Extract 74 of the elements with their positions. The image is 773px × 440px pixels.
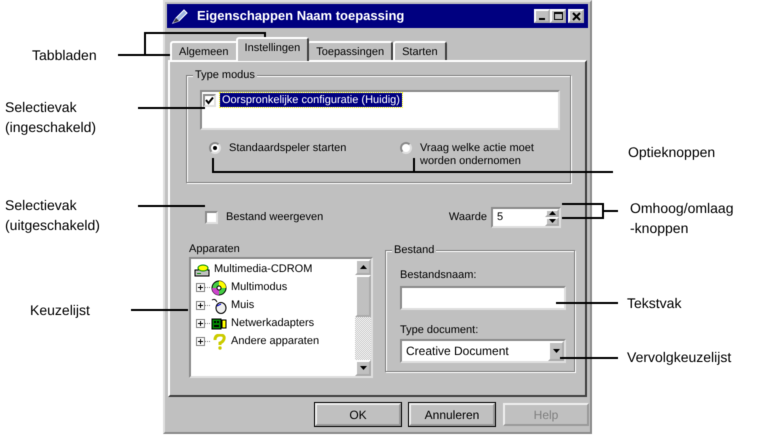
checkbox-label: Bestand weergeven bbox=[226, 210, 324, 225]
scroll-thumb[interactable] bbox=[355, 274, 371, 316]
question-mark-icon bbox=[211, 334, 227, 350]
callout-label: Tekstvak bbox=[627, 294, 682, 313]
dialog-button[interactable]: Annuleren bbox=[409, 403, 495, 426]
leader-line bbox=[138, 205, 205, 207]
callout-label: Omhoog/omlaag -knoppen bbox=[630, 199, 734, 238]
leader-line bbox=[138, 107, 205, 109]
callout-label: Keuzelijst bbox=[30, 301, 90, 320]
window-title: Eigenschappen Naam toepassing bbox=[197, 7, 406, 26]
callout-label: Tabbladen bbox=[32, 46, 97, 65]
spin-down-button[interactable] bbox=[545, 217, 559, 226]
up-arrow-icon bbox=[548, 210, 556, 215]
callout-label: Selectievak (ingeschakeld) bbox=[5, 98, 96, 137]
leader-line bbox=[131, 309, 188, 311]
spin-up-button[interactable] bbox=[545, 208, 559, 217]
list-item[interactable]: Oorspronkelijke configuratie (Huidig) bbox=[220, 93, 402, 107]
dropdown-value: Creative Document bbox=[405, 343, 510, 360]
callout-label: Optieknoppen bbox=[628, 143, 716, 162]
tab[interactable]: Starten bbox=[393, 41, 447, 61]
up-arrow-icon bbox=[360, 264, 366, 268]
expand-icon[interactable] bbox=[196, 319, 205, 328]
leader-line bbox=[556, 302, 618, 304]
radio-label: Vraag welke actie moet worden ondernomen bbox=[420, 142, 535, 168]
checkbox[interactable] bbox=[205, 210, 218, 224]
text-field[interactable] bbox=[400, 286, 566, 310]
leader-line bbox=[561, 203, 619, 219]
close-button[interactable] bbox=[568, 9, 584, 23]
radio-dot-icon bbox=[213, 146, 217, 150]
expand-icon[interactable] bbox=[196, 283, 205, 292]
close-icon bbox=[570, 11, 582, 21]
group-title: Type modus bbox=[193, 69, 257, 82]
minimize-button[interactable] bbox=[534, 9, 550, 23]
dropdown-button[interactable] bbox=[548, 341, 564, 361]
check-icon bbox=[205, 96, 214, 104]
checkbox[interactable] bbox=[203, 94, 216, 106]
mouse-icon bbox=[211, 298, 227, 314]
leader-line bbox=[560, 357, 618, 359]
cdrom-drive-icon bbox=[194, 262, 210, 278]
dialog-button[interactable]: OK bbox=[315, 403, 401, 426]
disc-icon bbox=[211, 280, 227, 296]
radio-button[interactable] bbox=[400, 142, 412, 154]
tree-item[interactable]: Andere apparaten bbox=[231, 333, 320, 350]
radio-label: Standaardspeler starten bbox=[229, 142, 346, 155]
list-label: Apparaten bbox=[189, 242, 241, 257]
scroll-up-button[interactable] bbox=[355, 258, 371, 274]
tree-item[interactable]: Muis bbox=[231, 297, 254, 314]
field-label: Type document: bbox=[400, 322, 480, 338]
radio-button[interactable] bbox=[209, 142, 221, 154]
tab[interactable]: Instellingen bbox=[236, 37, 310, 61]
caret-icon bbox=[552, 349, 560, 353]
tree-item[interactable]: Multimedia-CDROM bbox=[214, 261, 312, 278]
tree-item[interactable]: Multimodus bbox=[231, 279, 288, 296]
dropdown[interactable]: Creative Document bbox=[400, 339, 566, 363]
tree-item[interactable]: Netwerkadapters bbox=[231, 315, 314, 332]
down-arrow-icon bbox=[548, 219, 556, 224]
maximize-button[interactable] bbox=[550, 9, 566, 23]
expand-icon[interactable] bbox=[196, 301, 205, 310]
maximize-icon bbox=[552, 11, 564, 21]
field-value: 5 bbox=[496, 210, 504, 224]
scroll-down-button[interactable] bbox=[355, 360, 371, 376]
minimize-icon bbox=[539, 18, 545, 20]
tab[interactable]: Algemeen bbox=[170, 41, 238, 61]
field-label: Bestandsnaam: bbox=[400, 268, 478, 283]
scrollbar[interactable] bbox=[355, 258, 371, 376]
callout-label: Vervolgkeuzelijst bbox=[627, 348, 732, 367]
tab[interactable]: Toepassingen bbox=[307, 41, 394, 61]
pen-icon bbox=[171, 8, 189, 24]
field-label: Waarde bbox=[448, 210, 487, 225]
callout-label: Selectievak (uitgeschakeld) bbox=[5, 196, 100, 235]
down-arrow-icon bbox=[360, 366, 366, 370]
spin-field[interactable]: 5 bbox=[491, 206, 561, 228]
expand-icon[interactable] bbox=[196, 337, 205, 346]
network-card-icon bbox=[211, 316, 227, 332]
